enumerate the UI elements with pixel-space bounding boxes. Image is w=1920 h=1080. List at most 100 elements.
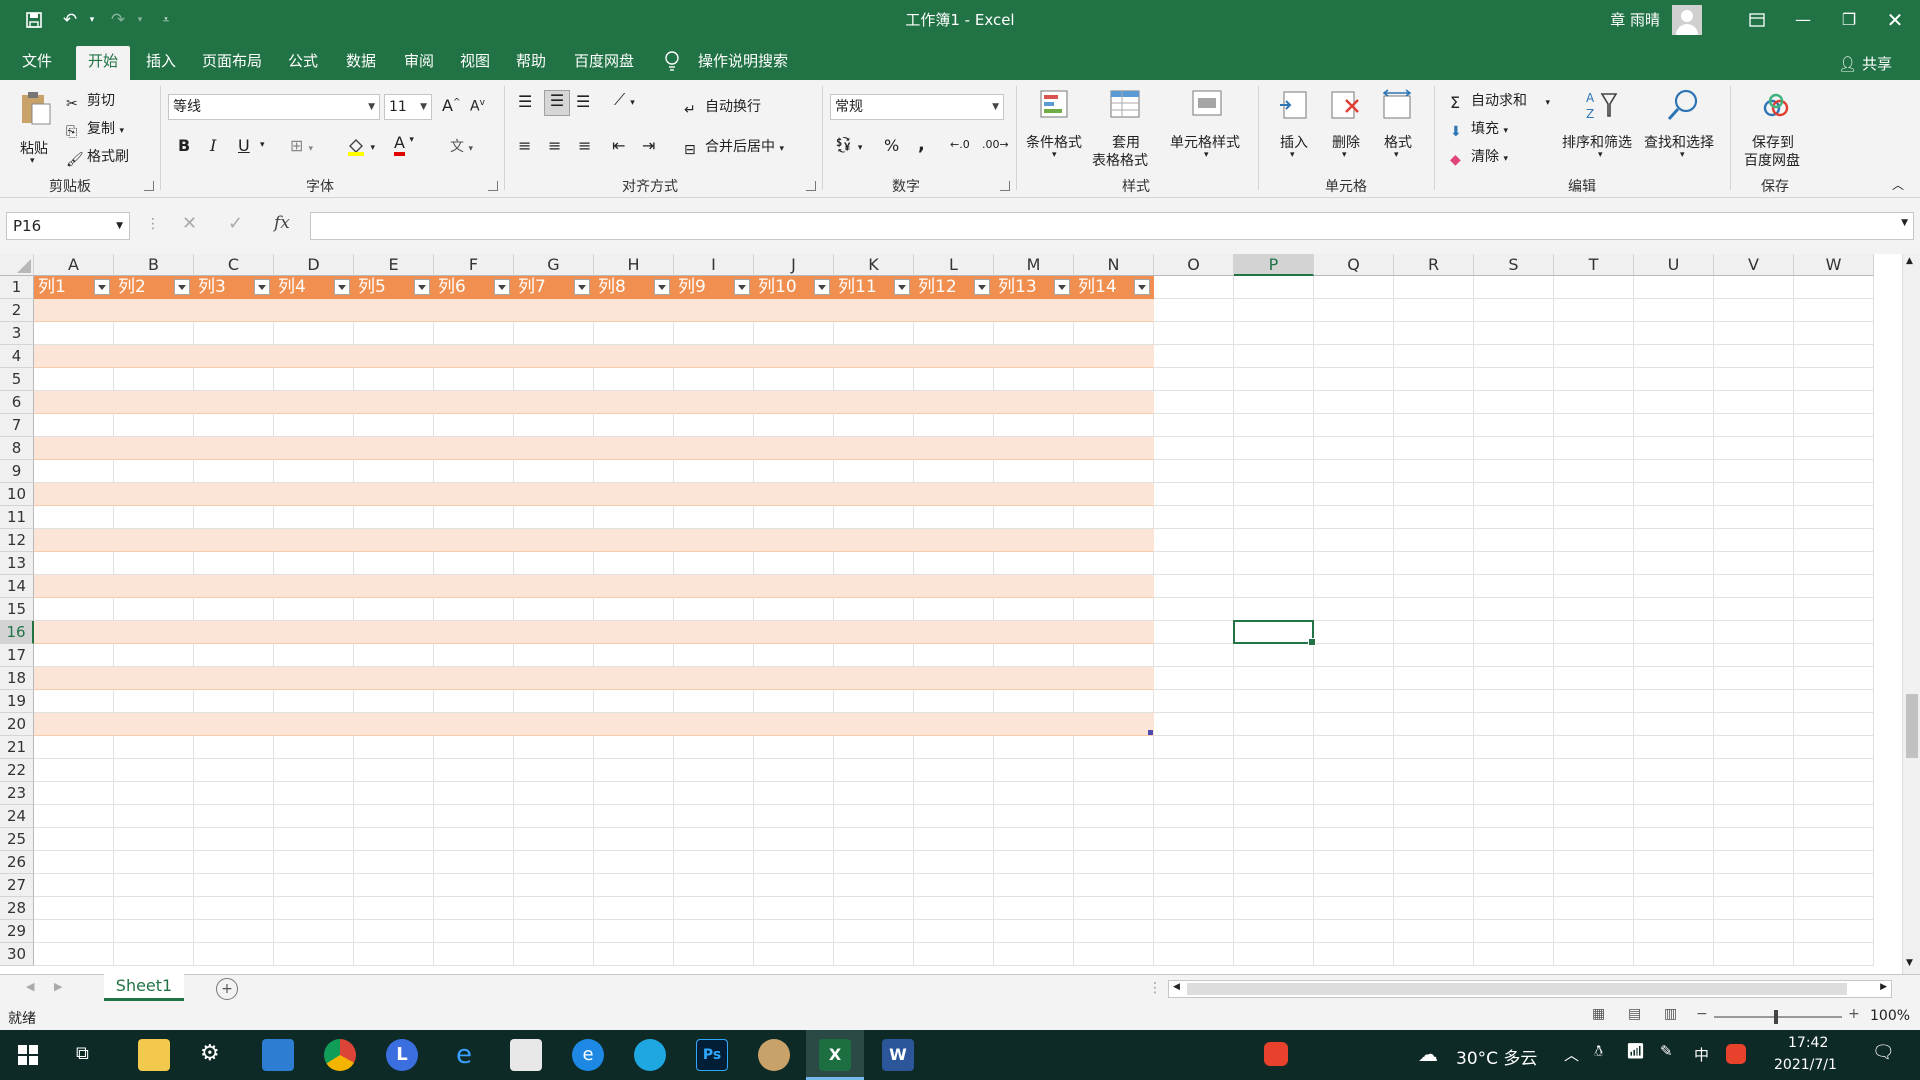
- cell-u14[interactable]: [1634, 575, 1714, 598]
- cell-g17[interactable]: [514, 644, 594, 667]
- cell-l12[interactable]: [914, 529, 994, 552]
- cell-q3[interactable]: [1314, 322, 1394, 345]
- cell-u27[interactable]: [1634, 874, 1714, 897]
- cell-k7[interactable]: [834, 414, 914, 437]
- cell-r18[interactable]: [1394, 667, 1474, 690]
- cell-a26[interactable]: [34, 851, 114, 874]
- cell-j29[interactable]: [754, 920, 834, 943]
- cell-e12[interactable]: [354, 529, 434, 552]
- cell-u17[interactable]: [1634, 644, 1714, 667]
- cell-a19[interactable]: [34, 690, 114, 713]
- cell-c16[interactable]: [194, 621, 274, 644]
- excel-taskbar-active[interactable]: X: [806, 1030, 864, 1080]
- cell-f24[interactable]: [434, 805, 514, 828]
- cell-d24[interactable]: [274, 805, 354, 828]
- cell-r10[interactable]: [1394, 483, 1474, 506]
- cell-u30[interactable]: [1634, 943, 1714, 966]
- cell-t17[interactable]: [1554, 644, 1634, 667]
- cell-k29[interactable]: [834, 920, 914, 943]
- cell-q29[interactable]: [1314, 920, 1394, 943]
- cell-l2[interactable]: [914, 299, 994, 322]
- cell-m21[interactable]: [994, 736, 1074, 759]
- cell-u9[interactable]: [1634, 460, 1714, 483]
- cell-v26[interactable]: [1714, 851, 1794, 874]
- zoom-slider-thumb[interactable]: [1774, 1010, 1778, 1024]
- tab-review[interactable]: 审阅: [394, 46, 444, 80]
- cell-f30[interactable]: [434, 943, 514, 966]
- bold-button[interactable]: B: [178, 136, 190, 155]
- cell-i4[interactable]: [674, 345, 754, 368]
- cell-l6[interactable]: [914, 391, 994, 414]
- cell-n29[interactable]: [1074, 920, 1154, 943]
- cell-p6[interactable]: [1234, 391, 1314, 414]
- cell-s29[interactable]: [1474, 920, 1554, 943]
- cell-h25[interactable]: [594, 828, 674, 851]
- cell-d30[interactable]: [274, 943, 354, 966]
- cell-a20[interactable]: [34, 713, 114, 736]
- cell-s24[interactable]: [1474, 805, 1554, 828]
- cell-i19[interactable]: [674, 690, 754, 713]
- cell-p4[interactable]: [1234, 345, 1314, 368]
- cell-m20[interactable]: [994, 713, 1074, 736]
- cell-b13[interactable]: [114, 552, 194, 575]
- cell-p25[interactable]: [1234, 828, 1314, 851]
- store-icon[interactable]: [510, 1039, 542, 1071]
- increase-decimal-icon[interactable]: ←.0: [950, 138, 970, 151]
- cell-g15[interactable]: [514, 598, 594, 621]
- cell-e23[interactable]: [354, 782, 434, 805]
- cell-w2[interactable]: [1794, 299, 1874, 322]
- horizontal-scrollbar[interactable]: ◀ ▶: [1168, 980, 1892, 998]
- cell-l21[interactable]: [914, 736, 994, 759]
- row-header-4[interactable]: 4: [0, 345, 34, 368]
- cell-m19[interactable]: [994, 690, 1074, 713]
- cell-t5[interactable]: [1554, 368, 1634, 391]
- cell-e29[interactable]: [354, 920, 434, 943]
- cell-w24[interactable]: [1794, 805, 1874, 828]
- cell-v5[interactable]: [1714, 368, 1794, 391]
- cell-k3[interactable]: [834, 322, 914, 345]
- cell-s16[interactable]: [1474, 621, 1554, 644]
- cell-m27[interactable]: [994, 874, 1074, 897]
- cell-k10[interactable]: [834, 483, 914, 506]
- cell-r5[interactable]: [1394, 368, 1474, 391]
- cell-s13[interactable]: [1474, 552, 1554, 575]
- row-header-12[interactable]: 12: [0, 529, 34, 552]
- cell-u25[interactable]: [1634, 828, 1714, 851]
- cell-w5[interactable]: [1794, 368, 1874, 391]
- cell-n7[interactable]: [1074, 414, 1154, 437]
- cell-o23[interactable]: [1154, 782, 1234, 805]
- next-sheet-icon[interactable]: ▶: [54, 980, 62, 993]
- cell-f18[interactable]: [434, 667, 514, 690]
- vertical-scrollbar[interactable]: ▲ ▼: [1902, 254, 1920, 974]
- cell-h11[interactable]: [594, 506, 674, 529]
- cell-h21[interactable]: [594, 736, 674, 759]
- row-header-3[interactable]: 3: [0, 322, 34, 345]
- cell-u26[interactable]: [1634, 851, 1714, 874]
- clipboard-launcher-icon[interactable]: [144, 181, 154, 191]
- cell-g29[interactable]: [514, 920, 594, 943]
- cell-f26[interactable]: [434, 851, 514, 874]
- cell-r16[interactable]: [1394, 621, 1474, 644]
- cell-s7[interactable]: [1474, 414, 1554, 437]
- cell-s4[interactable]: [1474, 345, 1554, 368]
- row-header-29[interactable]: 29: [0, 920, 34, 943]
- number-launcher-icon[interactable]: [1000, 181, 1010, 191]
- increase-indent-icon[interactable]: ⇥: [642, 136, 655, 155]
- row-header-17[interactable]: 17: [0, 644, 34, 667]
- cell-k12[interactable]: [834, 529, 914, 552]
- cell-r12[interactable]: [1394, 529, 1474, 552]
- cell-v28[interactable]: [1714, 897, 1794, 920]
- find-select-button[interactable]: 查找和选择 ▾: [1642, 88, 1724, 174]
- cell-b10[interactable]: [114, 483, 194, 506]
- cell-o11[interactable]: [1154, 506, 1234, 529]
- cell-r17[interactable]: [1394, 644, 1474, 667]
- cell-n6[interactable]: [1074, 391, 1154, 414]
- cell-f3[interactable]: [434, 322, 514, 345]
- cell-k26[interactable]: [834, 851, 914, 874]
- cell-q20[interactable]: [1314, 713, 1394, 736]
- cell-p14[interactable]: [1234, 575, 1314, 598]
- cell-g7[interactable]: [514, 414, 594, 437]
- cell-n23[interactable]: [1074, 782, 1154, 805]
- cell-g25[interactable]: [514, 828, 594, 851]
- cell-j28[interactable]: [754, 897, 834, 920]
